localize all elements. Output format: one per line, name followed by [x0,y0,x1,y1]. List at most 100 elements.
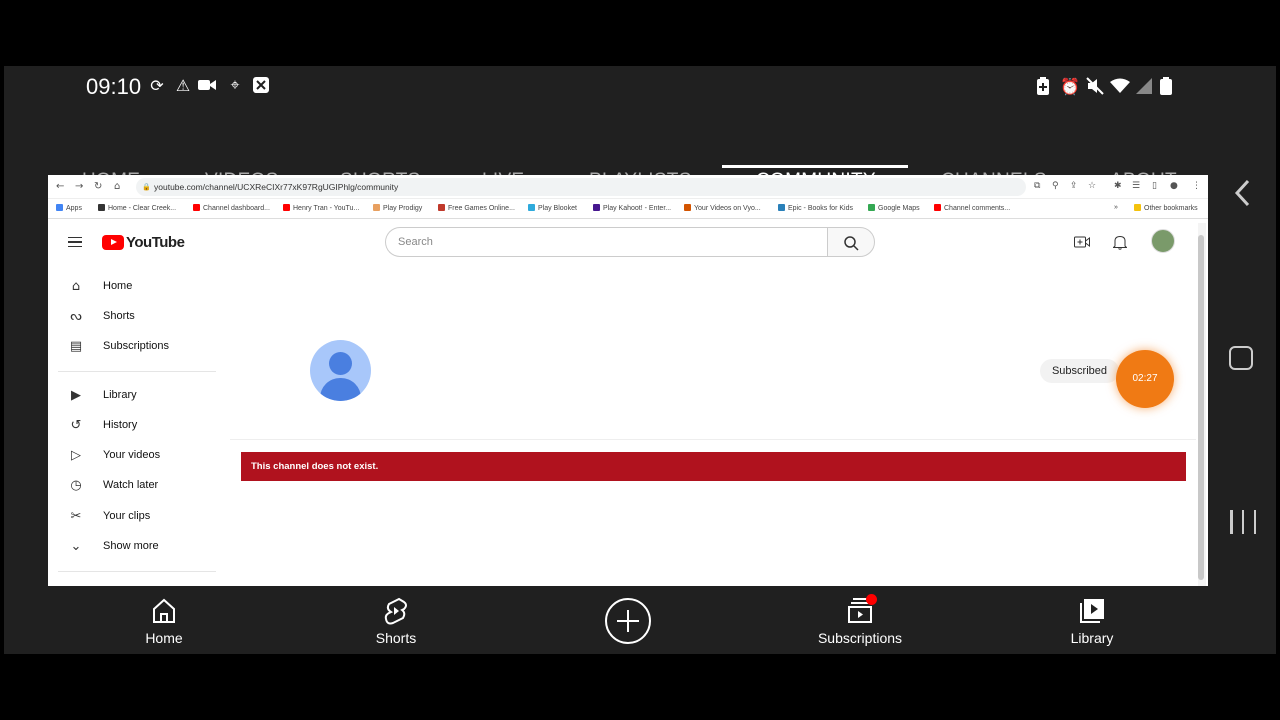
create-video-icon[interactable] [1074,235,1090,253]
notification-dot [866,594,877,605]
reload-icon[interactable]: ↻ [94,181,102,192]
star-icon[interactable]: ☆ [1088,181,1096,191]
warning-icon: ⚠ [175,75,191,95]
bottom-nav-shorts[interactable]: Shorts [316,586,476,654]
bookmark-item[interactable]: Epic - Books for Kids [778,204,853,212]
battery-icon [1160,76,1172,96]
bottom-nav-home[interactable]: Home [84,586,244,654]
bottom-nav-subscriptions[interactable]: Subscriptions [780,586,940,654]
back-icon[interactable] [1230,178,1256,208]
back-arrow-icon[interactable]: ← [56,181,64,192]
active-tab-indicator [722,165,908,168]
bookmark-other[interactable]: Other bookmarks [1134,204,1198,212]
status-time: 09:10 [86,74,142,99]
bell-icon[interactable] [1112,235,1128,254]
sidebar-item-label: Watch later [103,479,159,491]
recording-timer[interactable]: 02:27 [1116,350,1174,408]
home-icon: ⌂ [71,279,81,294]
library-icon: ▶ [71,388,81,403]
bookmark-item[interactable]: Henry Tran - YouTu... [283,204,359,212]
scissors-icon: ✂ [70,509,82,524]
menu-hamburger-icon[interactable] [68,237,82,247]
search-icon [844,236,859,251]
sidebar-divider [58,571,216,572]
home-icon[interactable]: ⌂ [114,181,120,192]
subscriptions-icon: ▤ [69,339,83,354]
library-icon [1080,599,1104,623]
install-icon[interactable]: ⧉ [1034,181,1040,191]
bookmark-item[interactable]: Free Games Online... [438,204,515,212]
forward-arrow-icon[interactable]: → [75,181,83,192]
channel-tabs: HOME VIDEOS SHORTS LIVE PLAYLISTS COMMUN… [4,112,1214,191]
bottom-nav-library[interactable]: Library [1012,586,1172,654]
chevron-more-icon[interactable]: » [1114,204,1118,211]
sidebar-item-shorts[interactable]: ᔓ Shorts [48,302,223,332]
channel-divider [230,439,1196,440]
search-button[interactable] [827,227,875,257]
mute-icon [1086,76,1104,96]
sidebar-item-watch-later[interactable]: ◷ Watch later [48,471,223,501]
bookmark-item[interactable]: Your Videos on Vyo... [684,204,761,212]
sidebar-item-your-videos[interactable]: ▷ Your videos [48,441,223,471]
error-message: This channel does not exist. [241,452,1186,481]
scrollbar[interactable] [1198,223,1206,586]
location-icon: ⌖ [230,75,240,94]
bookmark-item[interactable]: Home - Clear Creek... [98,204,176,212]
sidebar-item-library[interactable]: ▶ Library [48,381,223,411]
your-videos-icon: ▷ [71,448,81,463]
sidebar-item-label: Show more [103,540,159,552]
sidebar-item-home[interactable]: ⌂ Home [48,272,223,302]
search-input[interactable]: Search [385,227,827,257]
url-field[interactable]: youtube.com/channel/UCXReCIXr77xK97RgUGI… [136,178,1026,196]
bottom-nav: Home Shorts Subscriptions Library [4,586,1214,654]
sidebar-item-your-clips[interactable]: ✂ Your clips [48,502,223,532]
bookmark-item[interactable]: Channel comments... [934,204,1010,212]
recents-icon[interactable] [1230,510,1256,536]
bottom-nav-label: Subscriptions [817,630,903,646]
close-box-icon [252,76,270,94]
signal-icon [1136,76,1152,96]
sidebar-item-label: History [103,419,138,431]
sidebar-item-label: Home [103,280,133,292]
sidebar-item-history[interactable]: ↺ History [48,411,223,441]
sidebar-item-subscriptions[interactable]: ▤ Subscriptions [48,332,223,362]
menu-icon[interactable]: ⋮ [1192,181,1201,191]
reading-list-icon[interactable]: ☰ [1132,181,1140,191]
phone-screen: 09:10 ⟳ ⚠ ⌖ ⏰ HOME VIDEOS SHORTS LIVE [4,66,1276,654]
shorts-icon: ᔓ [70,309,82,324]
sidebar-item-label: Subscriptions [103,340,170,352]
sidebar-item-label: Your clips [103,510,151,522]
bottom-nav-label: Home [145,630,183,646]
chevron-down-icon: ⌄ [70,539,82,554]
share-icon[interactable]: ⇪ [1070,181,1078,191]
address-bar: ← → ↻ ⌂ youtube.com/channel/UCXReCIXr77x… [48,175,1208,199]
sidebar-item-show-more[interactable]: ⌄ Show more [48,532,223,562]
subscribed-button[interactable]: Subscribed [1040,359,1119,383]
bookmark-item[interactable]: Play Blooket [528,204,577,212]
extensions-icon[interactable]: ✱ [1114,181,1122,191]
bookmark-item[interactable]: Google Maps [868,204,920,212]
zoom-icon[interactable]: ⚲ [1052,181,1059,191]
avatar[interactable] [1151,229,1175,253]
sidebar-item-label: Shorts [103,310,135,322]
bookmark-apps[interactable]: Apps [56,204,82,212]
sidebar-item-label: Your videos [103,449,161,461]
bookmark-item[interactable]: Channel dashboard... [193,204,270,212]
bookmark-item[interactable]: Play Prodigy [373,204,422,212]
alarm-icon: ⏰ [1060,76,1080,96]
home-nav-icon[interactable] [1229,346,1253,370]
video-camera-icon [198,76,216,94]
shorts-icon [384,597,407,625]
youtube-logo-text: YouTube [126,233,185,251]
youtube-logo[interactable]: YouTube [102,233,185,251]
youtube-play-icon [102,234,124,250]
history-icon: ↺ [70,418,82,433]
side-panel-icon[interactable]: ▯ [1152,181,1157,191]
lock-icon: 🔒 [142,184,151,191]
bookmark-item[interactable]: Play Kahoot! - Enter... [593,204,671,212]
clock-icon: ◷ [70,478,82,493]
profile-icon[interactable]: ● [1170,181,1178,191]
bottom-nav-label: Library [1070,630,1114,646]
wifi-icon [1110,76,1130,96]
create-button[interactable] [605,598,651,644]
